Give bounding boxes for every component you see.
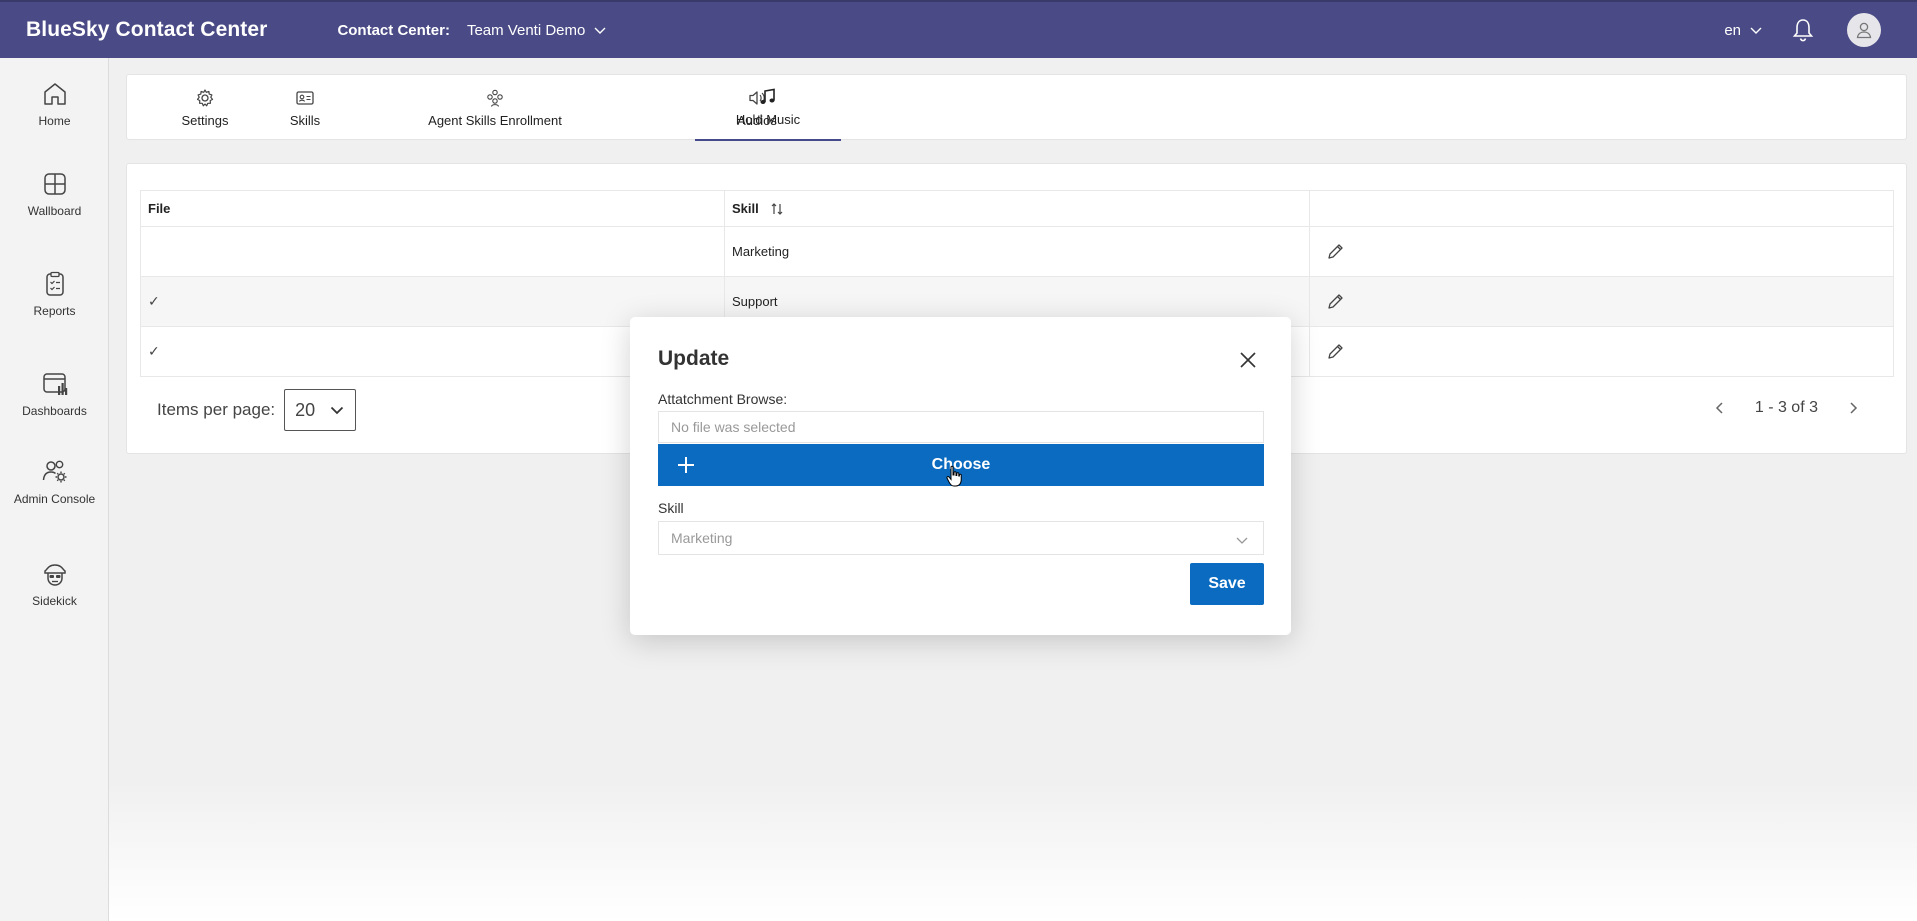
close-icon[interactable]: [1239, 351, 1257, 369]
column-header-file: File: [140, 190, 725, 227]
sidebar-item-label: Reports: [33, 304, 76, 318]
chevron-down-icon: [330, 406, 344, 415]
wallboard-icon: [43, 173, 66, 195]
gear-icon: [196, 89, 214, 107]
sidebar-item-dashboards[interactable]: Dashboards: [0, 370, 109, 418]
sidebar-item-reports[interactable]: Reports: [0, 270, 109, 318]
table-row: Marketing: [140, 226, 1894, 277]
hand-cursor-icon: [946, 465, 962, 487]
bell-icon[interactable]: [1789, 16, 1817, 44]
user-avatar[interactable]: [1847, 13, 1881, 47]
actions-cell: [1309, 226, 1894, 277]
sidebar-item-sidekick[interactable]: Sidekick: [0, 560, 109, 608]
actions-cell: [1309, 276, 1894, 327]
contact-center-selector[interactable]: Team Venti Demo: [467, 22, 607, 39]
pagination-range: 1 - 3 of 3: [1754, 399, 1818, 416]
sidebar: Home Wallboard Reports Dashboards Admin …: [0, 58, 109, 921]
selected-file-field: No file was selected: [658, 411, 1264, 443]
tab-bar: Settings Skills Agent Skills Enrollment …: [126, 74, 1907, 141]
tab-label: Agent Skills Enrollment: [428, 113, 562, 128]
dashboards-icon: [42, 373, 67, 395]
file-cell: [140, 226, 725, 277]
items-per-page-label: Items per page:: [157, 400, 276, 419]
language-value: en: [1724, 21, 1741, 39]
id-card-icon: [296, 91, 314, 105]
sidebar-item-label: Home: [38, 114, 71, 128]
tab-skills[interactable]: Skills: [255, 75, 355, 141]
items-per-page: Items per page: 20: [157, 389, 357, 431]
skill-select[interactable]: Marketing: [658, 521, 1264, 555]
chevron-down-icon: [1750, 27, 1762, 34]
attachment-label: Attatchment Browse:: [658, 391, 788, 407]
sidebar-item-label: Sidekick: [32, 594, 77, 608]
top-bar-right: en: [1724, 13, 1881, 47]
table-header-row: File Skill: [140, 190, 1894, 227]
previous-page-icon[interactable]: [1713, 401, 1727, 415]
home-icon: [43, 83, 66, 105]
admin-console-icon: [42, 460, 66, 483]
edit-pencil-icon[interactable]: [1325, 342, 1345, 362]
top-bar: BlueSky Contact Center Contact Center: T…: [0, 0, 1917, 58]
next-page-icon[interactable]: [1846, 401, 1860, 415]
dialog-title: Update: [658, 347, 730, 370]
reports-icon: [45, 271, 64, 296]
items-per-page-value: 20: [295, 399, 316, 420]
people-icon: [487, 89, 503, 107]
tab-label: Skills: [289, 113, 321, 128]
skill-label: Skill: [658, 500, 684, 516]
contact-center-label: Contact Center:: [337, 21, 450, 39]
pagination: 1 - 3 of 3: [1713, 399, 1860, 417]
sidebar-item-admin-console[interactable]: Admin Console: [0, 458, 109, 506]
save-button[interactable]: Save: [1190, 563, 1264, 605]
tab-label: Settings: [181, 113, 229, 128]
sidebar-item-wallboard[interactable]: Wallboard: [0, 170, 109, 218]
sidekick-icon: [43, 564, 66, 586]
sidebar-item-label: Admin Console: [13, 492, 96, 506]
chevron-down-icon: [594, 27, 606, 34]
chevron-down-icon: [1236, 537, 1248, 544]
column-header-skill[interactable]: Skill: [724, 190, 1310, 227]
music-note-icon: [760, 88, 775, 104]
sort-icon[interactable]: [770, 202, 784, 216]
edit-pencil-icon[interactable]: [1325, 292, 1345, 312]
page-background: [109, 780, 1917, 921]
actions-cell: [1309, 326, 1894, 377]
language-selector[interactable]: en: [1724, 22, 1763, 39]
tab-hold-music[interactable]: Hold Music: [695, 75, 841, 141]
column-header-actions: [1309, 190, 1894, 227]
tab-settings[interactable]: Settings: [155, 75, 255, 141]
skill-select-value: Marketing: [671, 530, 733, 546]
sidebar-item-home[interactable]: Home: [0, 80, 109, 128]
contact-center-value: Team Venti Demo: [466, 21, 586, 39]
sidebar-item-label: Wallboard: [27, 204, 82, 218]
user-icon: [1856, 22, 1872, 39]
edit-pencil-icon[interactable]: [1325, 242, 1345, 262]
tab-label: Hold Music: [735, 112, 801, 127]
tab-agent-skills-enrollment[interactable]: Agent Skills Enrollment: [395, 75, 595, 141]
sidebar-item-label: Dashboards: [22, 404, 87, 418]
items-per-page-select[interactable]: 20: [284, 389, 357, 431]
skill-cell: Marketing: [724, 226, 1310, 277]
brand-title: BlueSky Contact Center: [26, 18, 268, 41]
